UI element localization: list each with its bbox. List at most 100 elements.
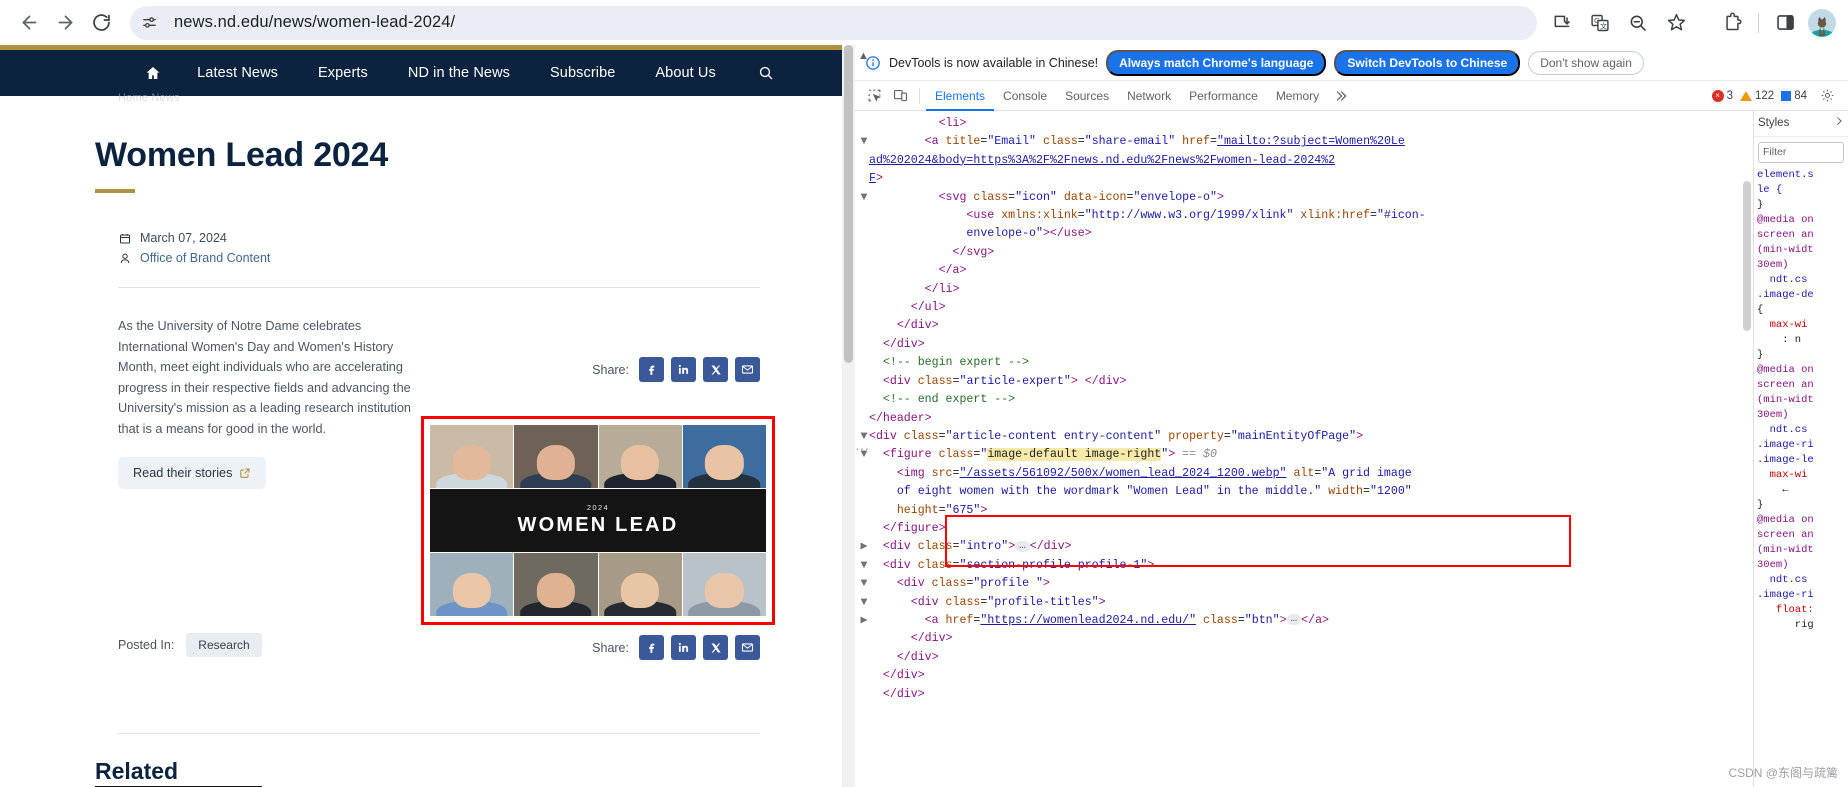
install-app-button[interactable] [1547, 8, 1577, 38]
dom-scrollbar[interactable] [1742, 111, 1753, 787]
share-x-top[interactable] [703, 357, 728, 382]
style-rule-line[interactable]: max-wi [1754, 468, 1848, 483]
style-rule-line[interactable]: @media on [1754, 363, 1848, 378]
dom-line[interactable]: </ul> [855, 299, 1753, 317]
always-match-language-button[interactable]: Always match Chrome's language [1106, 49, 1327, 76]
dom-line[interactable]: ▼ <figure class="image-default image-rig… [855, 446, 1753, 464]
style-rule-line[interactable]: .image-de [1754, 288, 1848, 303]
share-facebook-top[interactable] [639, 357, 664, 382]
dom-line[interactable]: ▼ <div class="profile-titles"> [855, 594, 1753, 612]
dom-line[interactable]: ▼ <div class="article-content entry-conte… [855, 428, 1753, 446]
dom-line[interactable]: </svg> [855, 244, 1753, 262]
bookmark-button[interactable] [1661, 8, 1691, 38]
info-counter[interactable]: 84 [1781, 90, 1807, 102]
style-rule-line[interactable]: rig [1754, 618, 1848, 633]
dom-line[interactable]: ▶ <div class="intro">… </div> [855, 538, 1753, 556]
dom-line[interactable]: height="675"> [855, 502, 1753, 520]
dont-show-again-button[interactable]: Don't show again [1528, 50, 1644, 75]
style-rule-line[interactable]: ndt.cs [1754, 273, 1848, 288]
address-bar[interactable]: news.nd.edu/news/women-lead-2024/ [130, 5, 1537, 40]
style-rule-line[interactable]: max-wi [1754, 318, 1848, 333]
chevron-right-icon[interactable] [1834, 116, 1844, 131]
dom-line[interactable]: </div> [855, 317, 1753, 335]
style-rule-line[interactable]: : n [1754, 333, 1848, 348]
style-rule-line[interactable]: } [1754, 348, 1848, 363]
side-panel-button[interactable] [1770, 8, 1800, 38]
dom-line[interactable]: of eight women with the wordmark "Women … [855, 483, 1753, 501]
share-facebook-bottom[interactable] [639, 635, 664, 660]
dom-line[interactable]: </div> [855, 336, 1753, 354]
share-x-bottom[interactable] [703, 635, 728, 660]
dom-line[interactable]: </figure> [855, 520, 1753, 538]
dom-line[interactable]: </div> [855, 686, 1753, 704]
styles-filter-input[interactable]: Filter [1758, 142, 1844, 163]
page-scrollbar-thumb[interactable] [844, 45, 853, 363]
nav-item-experts[interactable]: Experts [298, 65, 388, 81]
error-counter[interactable]: × 3 [1711, 89, 1733, 102]
dom-line[interactable]: <!-- end expert --> [855, 391, 1753, 409]
tab-elements[interactable]: Elements [926, 81, 994, 111]
share-linkedin-top[interactable] [671, 357, 696, 382]
share-email-top[interactable] [735, 357, 760, 382]
style-rule-line[interactable]: { [1754, 303, 1848, 318]
dom-line[interactable]: ▼ <div class="profile "> [855, 575, 1753, 593]
style-rule-line[interactable]: } [1754, 198, 1848, 213]
tab-sources[interactable]: Sources [1056, 81, 1118, 111]
share-email-bottom[interactable] [735, 635, 760, 660]
article-figure-highlighted[interactable]: 2024 WOMEN LEAD [421, 416, 775, 625]
nav-item-nd-in-the-news[interactable]: ND in the News [388, 65, 530, 81]
style-rule-line[interactable]: element.s [1754, 168, 1848, 183]
style-rule-line[interactable]: @media on [1754, 213, 1848, 228]
read-their-stories-button[interactable]: Read their stories [118, 457, 267, 490]
style-rule-line[interactable]: float: [1754, 603, 1848, 618]
style-rule-line[interactable]: (min-widt [1754, 543, 1848, 558]
dom-line[interactable]: <img src="/assets/561092/500x/women_lead… [855, 465, 1753, 483]
dom-scrollbar-thumb[interactable] [1743, 181, 1751, 331]
dom-line[interactable]: </div> [855, 630, 1753, 648]
style-rule-line[interactable]: @media on [1754, 513, 1848, 528]
dom-line[interactable]: envelope-o"></use> [855, 225, 1753, 243]
dom-line[interactable]: ▼ <div class="section-profile profile-1"… [855, 557, 1753, 575]
style-rule-line[interactable]: (min-widt [1754, 243, 1848, 258]
style-rule-line[interactable]: 30em) [1754, 258, 1848, 273]
dom-line[interactable]: ▼ <a title="Email" class="share-email" h… [855, 133, 1753, 151]
dom-line[interactable]: ad%202024&body=https%3A%2F%2Fnews.nd.edu… [855, 152, 1753, 170]
dom-line[interactable]: F> [855, 170, 1753, 188]
warning-counter[interactable]: 122 [1740, 90, 1774, 102]
site-info-button[interactable] [134, 9, 164, 37]
extensions-button[interactable] [1717, 8, 1747, 38]
more-tabs-button[interactable] [1328, 83, 1354, 109]
nav-home-link[interactable] [129, 65, 177, 81]
tab-network[interactable]: Network [1118, 81, 1180, 111]
page-scrollbar[interactable] [842, 45, 855, 787]
tab-memory[interactable]: Memory [1267, 81, 1328, 111]
zoom-out-button[interactable] [1623, 8, 1653, 38]
dom-tree-pane[interactable]: <li> ▼ <a title="Email" class="share-emai… [855, 111, 1753, 787]
style-rule-line[interactable]: screen an [1754, 528, 1848, 543]
share-linkedin-bottom[interactable] [671, 635, 696, 660]
dom-line[interactable]: </header> [855, 410, 1753, 428]
page-scroll-up-arrow[interactable]: ▲ [858, 50, 869, 62]
style-rule-line[interactable]: .image-ri [1754, 438, 1848, 453]
nav-item-about-us[interactable]: About Us [635, 65, 735, 81]
back-button[interactable] [12, 6, 46, 40]
dom-line[interactable]: <!-- begin expert --> [855, 354, 1753, 372]
nav-search-button[interactable] [736, 65, 796, 81]
style-rule-line[interactable]: 30em) [1754, 408, 1848, 423]
device-toolbar-button[interactable] [887, 83, 913, 109]
style-rule-line[interactable]: screen an [1754, 378, 1848, 393]
posted-in-tag-research[interactable]: Research [186, 633, 262, 657]
article-author[interactable]: Office of Brand Content [140, 251, 270, 265]
reload-button[interactable] [84, 6, 118, 40]
profile-avatar[interactable] [1808, 8, 1836, 37]
switch-devtools-to-chinese-button[interactable]: Switch DevTools to Chinese [1334, 49, 1521, 76]
forward-button[interactable] [48, 6, 82, 40]
style-rule-line[interactable]: le { [1754, 183, 1848, 198]
inspect-element-button[interactable] [861, 83, 887, 109]
style-rule-line[interactable]: ndt.cs [1754, 423, 1848, 438]
dom-line[interactable]: </a> [855, 262, 1753, 280]
devtools-settings-button[interactable] [1814, 83, 1840, 109]
dom-line[interactable]: <li> [855, 115, 1753, 133]
style-rule-line[interactable]: .image-ri [1754, 588, 1848, 603]
dom-line[interactable]: <div class="article-expert"> </div> [855, 373, 1753, 391]
